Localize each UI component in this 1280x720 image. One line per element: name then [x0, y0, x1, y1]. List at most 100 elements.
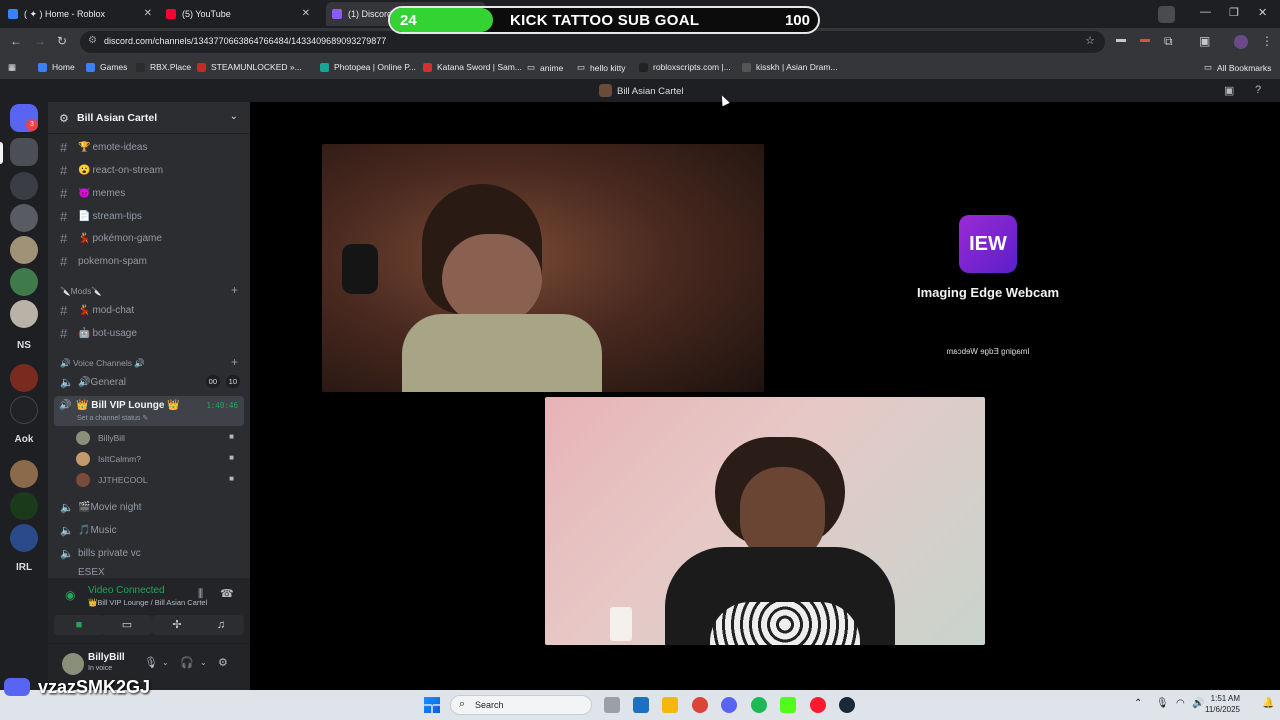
chevron-down-icon[interactable]: ⌄ — [200, 658, 207, 667]
server-icon-13[interactable] — [10, 524, 38, 552]
disconnect-icon[interactable]: ☎ — [220, 587, 234, 600]
steam-icon[interactable] — [839, 697, 855, 713]
settings-gear-icon[interactable]: ⚙ — [218, 656, 228, 669]
help-icon[interactable]: ? — [1255, 84, 1261, 96]
forward-icon[interactable]: → — [34, 34, 46, 48]
address-bar[interactable]: ⚙ discord.com/channels/13437706638647664… — [80, 31, 1105, 53]
category-voice[interactable]: 🔊 Voice Channels 🔊 — [60, 358, 145, 369]
bookmark-star-icon[interactable]: ☆ — [1085, 34, 1095, 47]
server-icon-6[interactable] — [10, 300, 38, 328]
server-bill-asian-cartel[interactable] — [10, 138, 38, 166]
channel-pokemon-game[interactable]: # 💃 pokémon-game — [56, 228, 244, 248]
back-icon[interactable]: ← — [10, 34, 22, 48]
chevron-down-icon[interactable]: ⌄ — [230, 111, 238, 122]
server-ns[interactable]: NS — [10, 340, 38, 360]
bookmark-katana[interactable]: Katana Sword | Sam... — [423, 62, 522, 72]
reload-icon[interactable]: ↻ — [57, 34, 67, 48]
file-explorer-icon[interactable] — [662, 697, 678, 713]
tray-overflow-icon[interactable]: ⌃ — [1134, 698, 1142, 709]
site-info-icon[interactable]: ⚙ — [88, 35, 97, 46]
profile-avatar[interactable] — [1234, 35, 1248, 49]
server-icon-11[interactable] — [10, 460, 38, 488]
server-icon-2[interactable] — [10, 172, 38, 200]
extension-icon[interactable]: ▬ — [1116, 34, 1126, 45]
voice-channel-music[interactable]: 🔈 🎵Music — [56, 520, 244, 540]
taskbar-search[interactable]: ⌕ Search — [450, 695, 592, 715]
server-icon-5[interactable] — [10, 268, 38, 296]
server-icon-8[interactable] — [10, 364, 38, 392]
close-tab-icon[interactable]: ✕ — [144, 8, 152, 19]
noise-suppression-icon[interactable]: ⫼ — [198, 588, 203, 601]
voice-channel-general[interactable]: 🔈 🔊General 00 10 — [56, 372, 244, 392]
add-channel-icon[interactable]: + — [231, 283, 238, 297]
side-panel-icon[interactable]: ▣ — [1199, 34, 1210, 48]
signal-icon[interactable]: ◉ — [65, 588, 75, 602]
server-header[interactable]: ⚙ Bill Asian Cartel ⌄ — [48, 102, 250, 134]
close-tab-icon[interactable]: ✕ — [302, 8, 310, 19]
server-icon-9[interactable] — [10, 396, 38, 424]
inbox-icon[interactable]: ▣ — [1224, 84, 1234, 97]
wifi-icon[interactable]: ◠ — [1176, 698, 1185, 709]
bookmark-rbxplace[interactable]: RBX.Place — [136, 62, 191, 72]
extensions-puzzle-icon[interactable]: ⧉ — [1164, 34, 1173, 49]
channel-emote-ideas[interactable]: # 🏆 emote-ideas — [56, 137, 244, 157]
voice-channel-vip-lounge[interactable]: 🔊 👑 Bill VIP Lounge 👑 Set a channel stat… — [54, 396, 244, 426]
bookmark-folder-hello-kitty[interactable]: ▭ hello kitty — [577, 62, 625, 73]
voice-member[interactable]: IsItCalmm? ■ — [76, 449, 240, 469]
voice-member[interactable]: JJTHECOOL ■ — [76, 470, 240, 490]
server-irl[interactable]: IRL — [10, 562, 38, 582]
maximize-icon[interactable]: ❐ — [1229, 6, 1239, 19]
avatar[interactable] — [62, 653, 84, 675]
chevron-down-icon[interactable]: ⌄ — [162, 658, 169, 667]
tab-youtube[interactable]: (5) YouTube ✕ — [166, 4, 316, 24]
channel-stream-tips[interactable]: # 📄 stream-tips — [56, 206, 244, 226]
bookmark-folder-anime[interactable]: ▭ anime — [527, 62, 563, 73]
headphones-icon[interactable]: 🎧 — [180, 656, 194, 669]
extension-red-icon[interactable]: ▬ — [1140, 34, 1150, 45]
minimize-icon[interactable]: — — [1200, 6, 1211, 18]
voice-channel-bills-private[interactable]: 🔈 bills private vc — [56, 543, 244, 563]
bookmark-robloxscripts[interactable]: robloxscripts.com |... — [639, 62, 731, 72]
server-icon-3[interactable] — [10, 204, 38, 232]
profile-chip-icon[interactable] — [1158, 6, 1175, 23]
server-kick-icon[interactable] — [10, 492, 38, 520]
voice-channel-esex[interactable]: ESEX — [56, 566, 244, 578]
channel-bot-usage[interactable]: # 🤖 bot-usage — [56, 323, 244, 343]
channel-react-on-stream[interactable]: # 😮 react-on-stream — [56, 160, 244, 180]
voice-location[interactable]: 👑Bill VIP Lounge / Bill Asian Cartel — [88, 598, 207, 607]
apps-grid-icon[interactable]: ▦ — [8, 62, 16, 73]
server-icon-4[interactable] — [10, 236, 38, 264]
chrome-icon[interactable] — [692, 697, 708, 713]
channel-mod-chat[interactable]: # 💃 mod-chat — [56, 300, 244, 320]
volume-icon[interactable]: 🔊 — [1192, 698, 1204, 709]
soundboard-button[interactable]: ♫ — [198, 615, 244, 635]
channel-status[interactable]: Set a channel status ✎ — [77, 414, 148, 422]
app-icon-1[interactable] — [633, 697, 649, 713]
voice-channel-movie-night[interactable]: 🔈 🎬Movie night — [56, 497, 244, 517]
camera-button[interactable]: ■ — [54, 615, 104, 635]
bookmark-kisskh[interactable]: kisskh | Asian Dram... — [742, 62, 838, 72]
activities-button[interactable]: ✢ — [152, 615, 202, 635]
screen-share-button[interactable]: ▭ — [102, 615, 152, 635]
windows-start-icon[interactable] — [424, 697, 440, 713]
all-bookmarks[interactable]: ▭ All Bookmarks — [1204, 62, 1271, 73]
voice-member[interactable]: BillyBill ■ — [76, 428, 240, 448]
bookmark-games[interactable]: Games — [86, 62, 127, 72]
bookmark-steamunlocked[interactable]: STEAMUNLOCKED »... — [197, 62, 302, 72]
channel-pokemon-spam[interactable]: # pokemon-spam — [56, 251, 244, 271]
menu-kebab-icon[interactable]: ⋮ — [1261, 34, 1273, 48]
add-channel-icon[interactable]: + — [231, 355, 238, 369]
category-mods[interactable]: 🔪Mods🔪 — [60, 286, 102, 297]
tab-roblox[interactable]: ( ✦ ) Home - Roblox ✕ — [8, 4, 158, 24]
discord-taskbar-icon[interactable] — [721, 697, 737, 713]
close-window-icon[interactable]: ✕ — [1258, 6, 1267, 19]
mic-tray-icon[interactable]: 🎙 — [1156, 698, 1169, 709]
kick-icon[interactable] — [780, 697, 796, 713]
video-tile-1[interactable] — [322, 144, 764, 392]
server-aok[interactable]: Aok — [10, 434, 38, 454]
system-clock[interactable]: 1:51 AM 11/6/2025 — [1205, 693, 1240, 715]
video-tile-2[interactable] — [545, 397, 985, 645]
notifications-icon[interactable]: 🔔 — [1262, 698, 1274, 709]
bookmark-photopea[interactable]: Photopea | Online P... — [320, 62, 416, 72]
microphone-icon[interactable]: 🎙 — [144, 656, 158, 669]
